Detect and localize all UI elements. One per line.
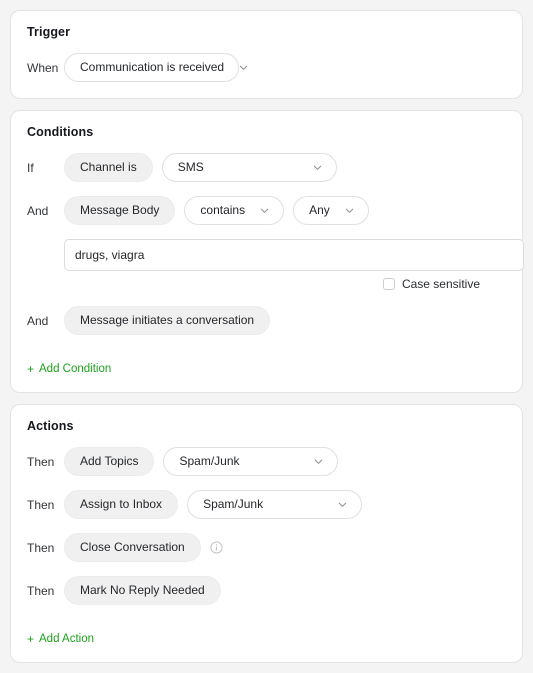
- action-name-close-conversation[interactable]: Close Conversation: [64, 533, 201, 562]
- action-row-assign-inbox: Then Assign to Inbox Spam/Junk: [27, 490, 506, 519]
- trigger-card: Trigger When Communication is received: [10, 10, 523, 99]
- chevron-down-icon: [313, 456, 324, 467]
- action-conjunction-then-1: Then: [27, 454, 55, 469]
- case-sensitive-label: Case sensitive: [401, 277, 480, 291]
- conditions-card: Conditions If Channel is SMS And Message…: [10, 110, 524, 393]
- condition-conjunction-if: If: [27, 160, 34, 175]
- add-action-button[interactable]: + Add Action: [27, 633, 94, 645]
- keywords-input-row: [27, 239, 524, 271]
- chevron-down-icon: [337, 499, 348, 510]
- trigger-row: When Communication is received: [27, 53, 506, 82]
- action-conjunction-then-4: Then: [27, 583, 55, 598]
- condition-match-value: Any: [309, 203, 330, 217]
- condition-row-channel: If Channel is SMS: [27, 153, 506, 182]
- add-condition-button[interactable]: + Add Condition: [27, 363, 111, 375]
- condition-field-message-body[interactable]: Message Body: [64, 196, 176, 225]
- action-topic-value: Spam/Junk: [179, 454, 240, 468]
- action-name-assign-to-inbox[interactable]: Assign to Inbox: [64, 490, 179, 519]
- conditions-section-title: Conditions: [27, 125, 94, 139]
- action-row-close-conversation: Then Close Conversation: [27, 533, 506, 562]
- trigger-event-value: Communication is received: [80, 60, 225, 74]
- action-topic-select[interactable]: Spam/Junk: [163, 447, 339, 476]
- action-conjunction-then-3: Then: [27, 540, 55, 555]
- chevron-down-icon: [238, 62, 249, 73]
- action-row-add-topics: Then Add Topics Spam/Junk: [27, 447, 506, 476]
- action-name-add-topics[interactable]: Add Topics: [64, 447, 155, 476]
- condition-match-select[interactable]: Any: [293, 196, 369, 225]
- actions-section-title: Actions: [27, 419, 74, 433]
- action-inbox-select[interactable]: Spam/Junk: [187, 490, 363, 519]
- condition-row-initiates: And Message initiates a conversation: [27, 306, 506, 335]
- action-conjunction-then-2: Then: [27, 497, 55, 512]
- action-name-mark-no-reply-needed[interactable]: Mark No Reply Needed: [64, 576, 221, 605]
- case-sensitive-checkbox[interactable]: [382, 278, 395, 290]
- condition-value-channel-select[interactable]: SMS: [161, 153, 337, 182]
- trigger-event-select[interactable]: Communication is received: [64, 53, 248, 82]
- condition-conjunction-and-1: And: [27, 203, 49, 218]
- condition-field-initiates-conversation[interactable]: Message initiates a conversation: [64, 306, 271, 335]
- condition-operator-value: contains: [200, 203, 246, 217]
- plus-icon: +: [27, 632, 35, 646]
- add-condition-label: Add Condition: [39, 363, 112, 375]
- chevron-down-icon: [259, 205, 270, 216]
- condition-field-channel[interactable]: Channel is: [64, 153, 153, 182]
- info-icon[interactable]: [210, 541, 223, 554]
- chevron-down-icon: [344, 205, 355, 216]
- actions-card: Actions Then Add Topics Spam/Junk Then A…: [10, 404, 523, 663]
- action-row-mark-no-reply: Then Mark No Reply Needed: [27, 576, 506, 605]
- trigger-conjunction-label: When: [27, 60, 59, 75]
- action-inbox-value: Spam/Junk: [203, 497, 264, 511]
- case-sensitive-row: Case sensitive: [27, 277, 480, 291]
- keywords-input[interactable]: [64, 239, 524, 271]
- condition-operator-select[interactable]: contains: [184, 196, 285, 225]
- chevron-down-icon: [312, 162, 323, 173]
- trigger-section-title: Trigger: [27, 25, 71, 39]
- condition-conjunction-and-2: And: [27, 313, 49, 328]
- condition-row-message-body: And Message Body contains Any: [27, 196, 506, 225]
- add-action-label: Add Action: [39, 633, 94, 645]
- automation-rule-builder: Trigger When Communication is received C…: [0, 0, 533, 673]
- condition-value-channel: SMS: [177, 160, 204, 174]
- plus-icon: +: [27, 362, 35, 376]
